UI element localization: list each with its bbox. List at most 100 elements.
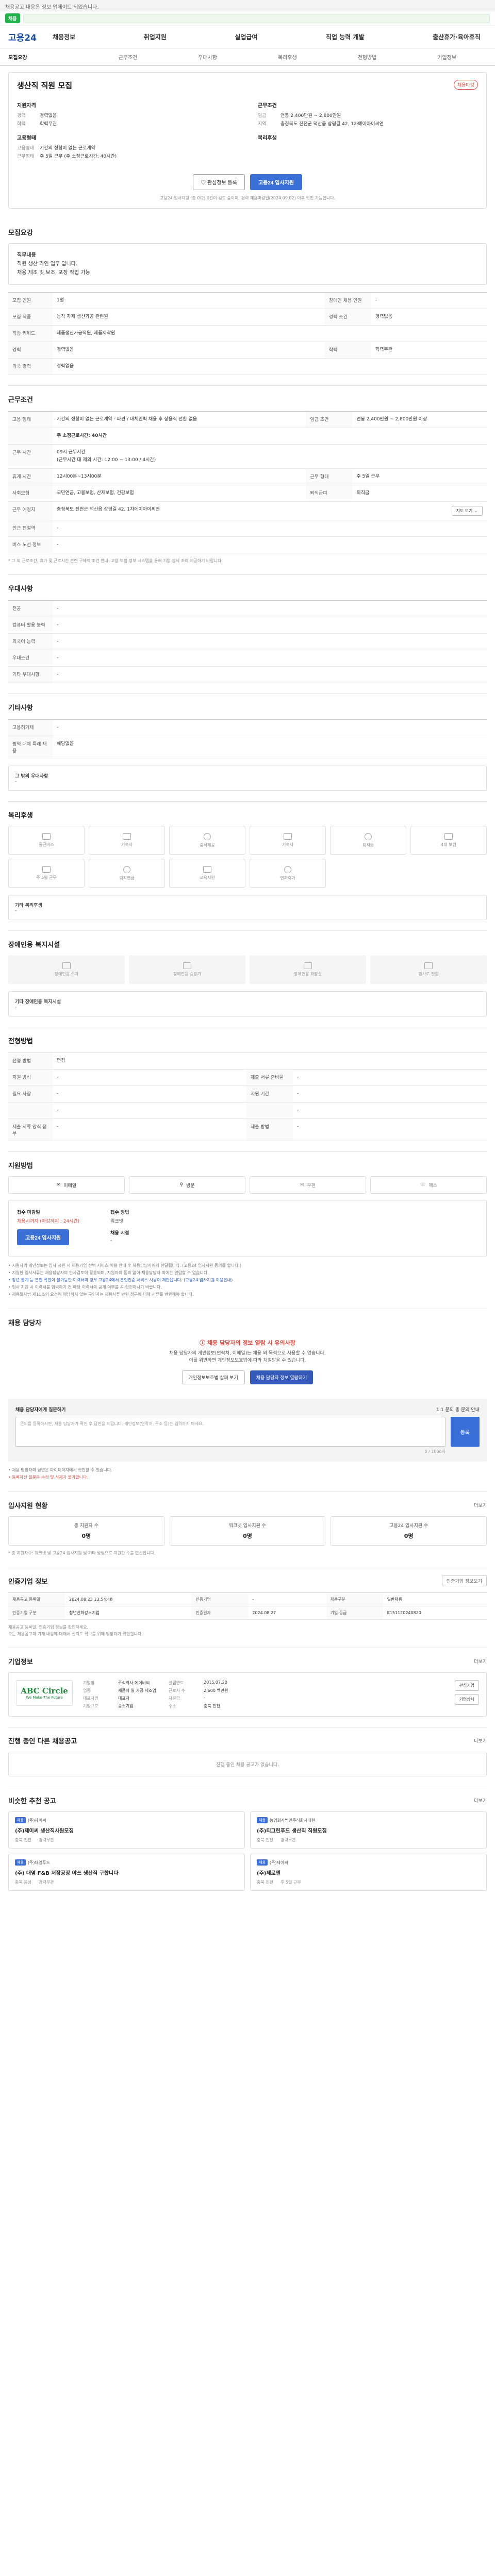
tab-prefer[interactable]: 우대사항 — [168, 53, 248, 61]
view-contact-button[interactable]: 채용 담당자 정보 열람하기 — [250, 1370, 314, 1384]
job-card[interactable]: 채용 (주)대영푸드 (주) 대영 F&B 저장공장 야쓰 생산직 구합니다 충북… — [8, 1854, 245, 1891]
row-key: 컴퓨터 활용 능력 — [8, 617, 53, 634]
row-value: 국민연금, 고용보험, 산재보험, 건강보험 — [53, 485, 306, 502]
etc-section: 기타사항 고용허가제 - 병역 대체 특례 채용 해당없음 그 밖의 우대사항 - — [8, 694, 487, 802]
welfare-item: 기숙사 — [250, 826, 326, 855]
tab-welfare[interactable]: 복리후생 — [248, 53, 327, 61]
job-card[interactable]: 채용 (주)제이씨 (주)제로엔 충북 진천 주 5일 근무 — [250, 1854, 487, 1891]
home-icon — [284, 833, 292, 840]
info-link[interactable]: 인증기업 정보보기 — [441, 1575, 487, 1586]
row-value: - — [293, 1102, 487, 1119]
hire-time-label: 채용 시점 — [110, 1231, 129, 1236]
selection-section: 전형방법 전형 방법 면접 지원 방식 - 제출 서류 준비물 - 필요 사항 - 지원 기… — [8, 1027, 487, 1152]
tab-company[interactable]: 기업정보 — [407, 53, 487, 61]
apply-note: 지원한 입사서류는 채용담당자의 인사검토에 활용되며, 지원자의 동의 없이 … — [8, 1269, 487, 1277]
row-value: - — [53, 600, 487, 617]
qa-char-count: 0 / 1000자 — [424, 1449, 446, 1454]
row-value: - — [53, 1069, 246, 1086]
follow-company-button[interactable]: 관심기업 — [454, 1680, 479, 1691]
parking-icon — [62, 962, 71, 969]
site-logo[interactable]: 고용24 — [8, 30, 41, 43]
kv-value: 충청북도 진천군 덕산읍 상평길 42, 1차에이아이씨앤 — [280, 122, 384, 127]
row-value: 면접 — [53, 1053, 487, 1070]
privacy-law-button[interactable]: 개인정보보호법 살펴 보기 — [182, 1370, 245, 1384]
person-icon: ⚲ — [179, 1182, 184, 1188]
duty-line: 직원 생산 라인 업무 입니다. — [17, 261, 78, 267]
info-note: 채용공고 등록일, 인증기업 정보를 확인하세요. — [8, 1625, 89, 1630]
row-value: 2024.08.27 — [248, 1606, 326, 1620]
qa-note: 채용 담당자의 답변은 마이페이지에서 확인할 수 있습니다. — [8, 1467, 487, 1474]
row-value: - — [53, 520, 487, 537]
company-detail-button[interactable]: 기업상세 — [454, 1694, 479, 1705]
qa-submit-button[interactable]: 등록 — [451, 1417, 480, 1447]
others-more-link[interactable]: 더보기 — [474, 1737, 487, 1744]
row-key: 전형 방법 — [8, 1053, 53, 1070]
apply-now-button[interactable]: 고용24 입사지원 — [17, 1229, 70, 1245]
facility-item: 장애인용 승강기 — [129, 955, 245, 984]
row-key: 근무 예정지 — [8, 501, 53, 520]
conditions-note: * 그 외 근로조건, 휴가 및 근로시간 관련 구체적 조건 안내: 고용 보… — [8, 558, 223, 563]
prefer-table: 전공 - 컴퓨터 활용 능력 - 외국어 능력 - 우대조건 - 기타 우대사항 - — [8, 600, 487, 683]
job-card[interactable]: 채용 농업회사법인주식회사대한 (주)티그린푸드 생산직 직원모집 충북 진천 경력… — [250, 1811, 487, 1849]
card-tag: 채용 — [257, 1859, 268, 1866]
qa-textarea[interactable]: 문의를 등록하시면, 채용 담당자가 확인 후 답변을 드립니다. 개인정보(연… — [15, 1417, 446, 1447]
kv-value: 기간의 정함이 없는 근로계약 — [40, 146, 95, 151]
welfare-box-text: - — [15, 908, 17, 913]
ramp-icon — [424, 962, 433, 969]
tab-recruit[interactable]: 모집요강 — [8, 53, 88, 61]
row-key: 인근 전철역 — [8, 520, 53, 537]
gnb-item[interactable]: 출산휴가·육아휴직 — [426, 32, 487, 41]
info-section: 인증기업 정보 인증기업 정보보기 채용공고 등록일 2024.08.23 13:… — [8, 1567, 487, 1648]
row-key: 사회보험 — [8, 485, 53, 502]
apply-note[interactable]: 장년 통계 등 본인 확인이 불가능한 이력서의 경우 고용24에서 본인인증 … — [8, 1277, 487, 1284]
section-title: 지원방법 — [8, 1162, 33, 1170]
qa-guide-link[interactable]: 1:1 문의 총 문의 안내 — [436, 1406, 480, 1413]
row-value: K151120240820 — [383, 1606, 487, 1620]
job-card[interactable]: 채용 (주)제이씨 (주)제이씨 생산직사원모집 충북 진천 경력무관 — [8, 1811, 245, 1849]
row-value: - — [53, 1086, 246, 1103]
row-key: 고용 형태 — [8, 411, 53, 428]
company-more-link[interactable]: 더보기 — [474, 1658, 487, 1665]
row-value: - — [53, 1118, 246, 1141]
kv-key: 학력 — [17, 122, 26, 127]
tab-selection[interactable]: 전형방법 — [327, 53, 407, 61]
row-key: 외국어 능력 — [8, 633, 53, 650]
gnb-item[interactable]: 직업 능력 개발 — [320, 32, 371, 41]
promo-pill[interactable]: 채용 — [5, 13, 20, 23]
welfare-item: 4대 보험 — [410, 826, 487, 855]
section-title: 우대사항 — [8, 585, 33, 593]
row-key: 제출 서류 준비물 — [246, 1069, 293, 1086]
row-key: 제출 방법 — [246, 1118, 293, 1141]
kv-value: 학력무관 — [40, 122, 57, 127]
status-more-link[interactable]: 더보기 — [474, 1502, 487, 1509]
row-key: 우대조건 — [8, 650, 53, 667]
method-fax: ☏ 팩스 — [370, 1176, 487, 1194]
similar-more-link[interactable]: 더보기 — [474, 1797, 487, 1804]
kv-key: 임금 — [258, 113, 267, 118]
elevator-icon — [183, 962, 191, 969]
gnb-item[interactable]: 취업지원 — [138, 32, 173, 41]
welfare-item: 중식제공 — [169, 826, 245, 855]
scrap-button[interactable]: ♡ 관심정보 등록 — [193, 174, 245, 190]
welfare-item: 퇴직금 — [330, 826, 406, 855]
row-value: 1명 — [53, 292, 325, 309]
welfare-section: 복리후생 통근버스 기숙사 중식제공 기숙사 퇴직금 4대 보험 주 5일 근무… — [8, 802, 487, 931]
etc-box: 그 밖의 우대사항 - — [8, 766, 487, 791]
tab-conditions[interactable]: 근무조건 — [88, 53, 168, 61]
row-value: 09시 근무시간 (근무시간 대 제외 시간: 12:00 ~ 13:00 / … — [53, 444, 487, 469]
gnb-item[interactable]: 실업급여 — [228, 32, 263, 41]
row-value: - — [53, 666, 487, 683]
map-button[interactable]: 지도 보기 ⌄ — [451, 506, 483, 516]
row-key: 채용공고 등록일 — [8, 1592, 65, 1606]
money-icon — [365, 833, 372, 840]
row-value: 일반채용 — [383, 1592, 487, 1606]
apply-button[interactable]: 고용24 입사지원 — [250, 174, 302, 190]
row-value: 해당없음 — [53, 736, 487, 758]
facility-item: 경사로 진입 — [370, 955, 487, 984]
qa-title: 채용 담당자에게 질문하기 — [15, 1408, 66, 1413]
row-value: 제품생산가공직원, 제품제작원 — [53, 325, 487, 342]
kv-key: 고용형태 — [17, 146, 35, 151]
card-tag: 채용 — [15, 1859, 26, 1866]
row-key: 경력 조건 — [324, 309, 371, 326]
gnb-item[interactable]: 채용정보 — [46, 32, 81, 41]
